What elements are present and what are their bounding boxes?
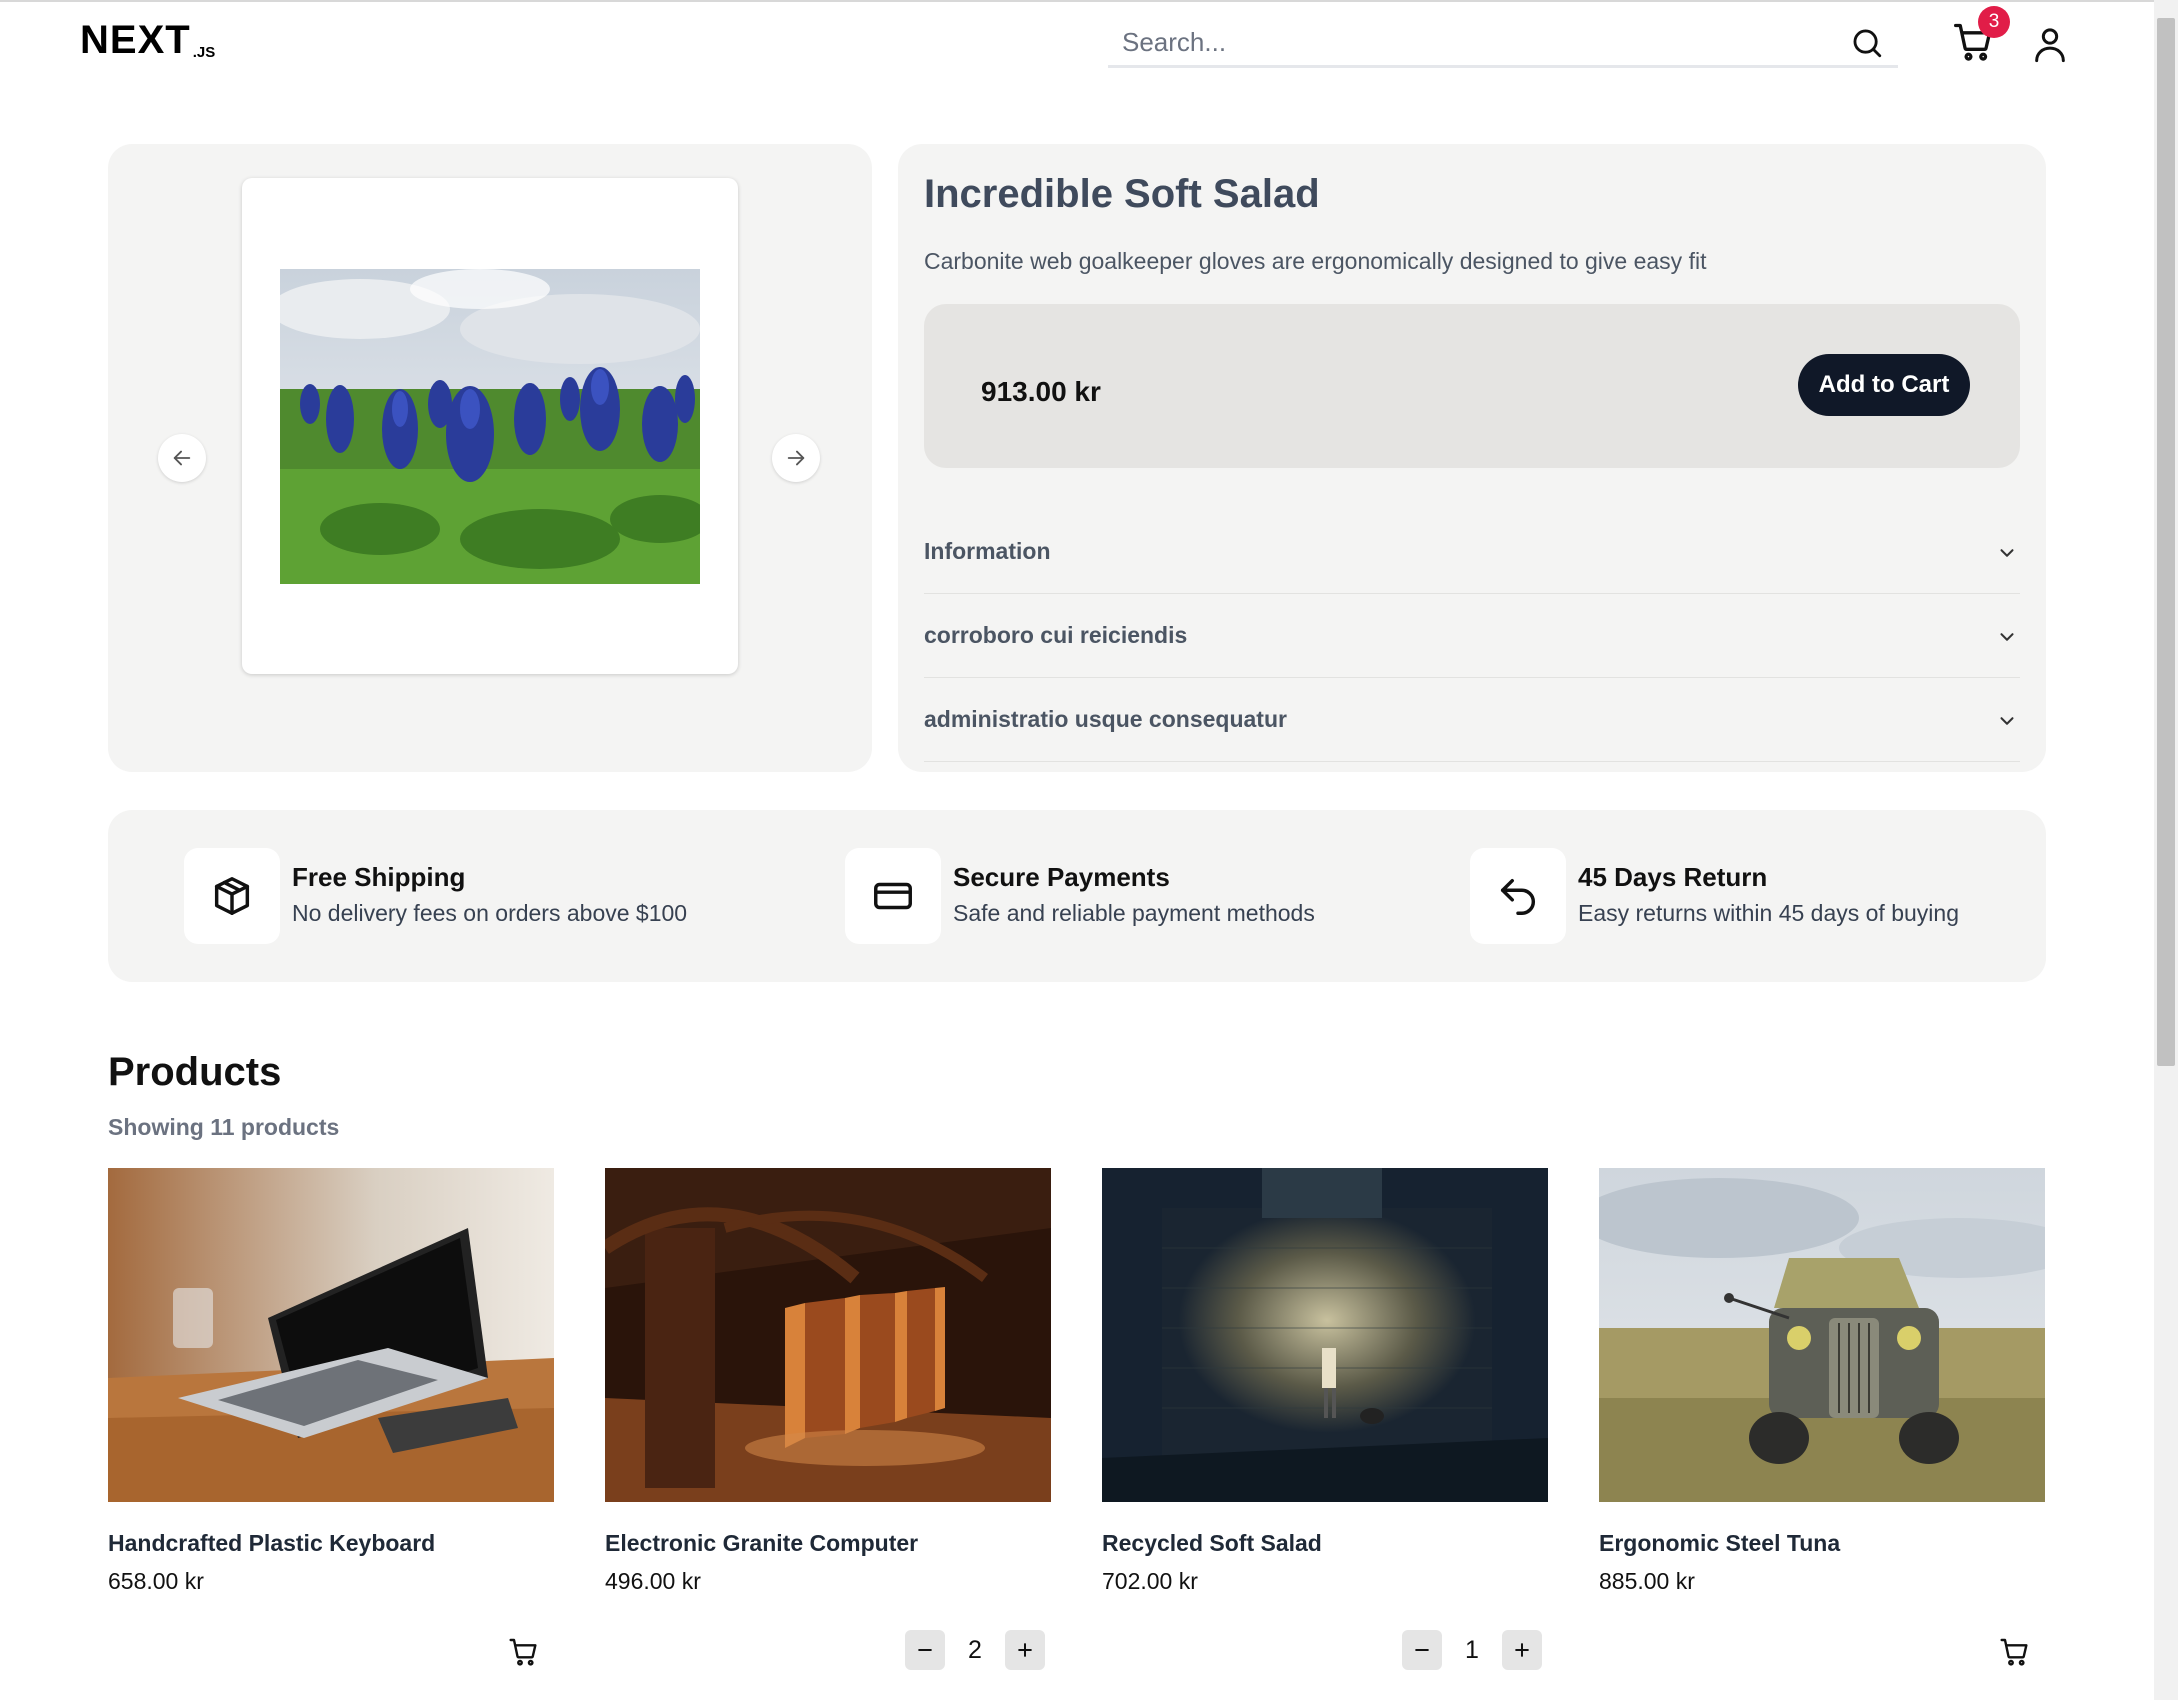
plus-icon — [1018, 1643, 1032, 1657]
quantity-value: 2 — [968, 1636, 982, 1664]
user-icon[interactable] — [2030, 22, 2070, 66]
price-box: 913.00 kr Add to Cart — [924, 304, 2020, 468]
product-card[interactable]: Handcrafted Plastic Keyboard 658.00 kr — [108, 1168, 554, 1700]
increase-quantity-button[interactable] — [1005, 1630, 1045, 1670]
logo-suffix: .JS — [192, 44, 216, 61]
feature-title: Free Shipping — [292, 862, 466, 892]
product-gallery — [108, 144, 872, 772]
accordion-label: corroboro cui reiciendis — [924, 622, 1188, 648]
feature-title: Secure Payments — [953, 862, 1170, 892]
product-price: 885.00 kr — [1599, 1568, 1695, 1594]
product-price: 913.00 kr — [981, 376, 1101, 407]
product-image-old-truck[interactable] — [1599, 1168, 2045, 1502]
minus-icon — [918, 1649, 932, 1651]
product-image-wall-walker[interactable] — [1102, 1168, 1548, 1502]
quantity-value: 1 — [1465, 1636, 1479, 1664]
return-arrow-icon — [1500, 878, 1535, 915]
product-card[interactable]: Recycled Soft Salad 702.00 kr 1 — [1102, 1168, 1548, 1700]
add-to-cart-icon[interactable] — [1999, 1636, 2031, 1668]
product-details: Incredible Soft Salad Carbonite web goal… — [898, 144, 2046, 772]
accordion-information[interactable]: Information — [924, 510, 2020, 594]
scrollbar-thumb[interactable] — [2157, 18, 2175, 1066]
products-count: Showing 11 products — [108, 1114, 340, 1140]
product-price: 496.00 kr — [605, 1568, 701, 1594]
feature-description: Easy returns within 45 days of buying — [1578, 900, 1959, 926]
search-bar — [1108, 18, 1898, 68]
image-frame — [242, 178, 738, 674]
plus-icon — [1515, 1643, 1529, 1657]
product-image-cloister[interactable] — [605, 1168, 1051, 1502]
product-description: Carbonite web goalkeeper gloves are ergo… — [924, 248, 1707, 274]
features-banner: Free Shipping No delivery fees on orders… — [108, 810, 2046, 982]
arrow-left-icon — [173, 450, 191, 466]
feature-icon-box — [1470, 848, 1566, 944]
credit-card-icon — [874, 882, 912, 910]
decrease-quantity-button[interactable] — [905, 1630, 945, 1670]
next-image-button[interactable] — [772, 434, 820, 482]
products-heading: Products — [108, 1050, 282, 1094]
product-image-bluebonnets[interactable] — [280, 269, 700, 584]
product-price: 702.00 kr — [1102, 1568, 1198, 1594]
product-title: Incredible Soft Salad — [924, 172, 1320, 216]
add-to-cart-button[interactable]: Add to Cart — [1798, 354, 1970, 416]
product-card[interactable]: Ergonomic Steel Tuna 885.00 kr — [1599, 1168, 2045, 1700]
product-name[interactable]: Ergonomic Steel Tuna — [1599, 1530, 1840, 1557]
quantity-stepper: 1 — [1402, 1630, 1542, 1670]
feature-title: 45 Days Return — [1578, 862, 1768, 892]
chevron-down-icon — [2000, 633, 2014, 641]
accordion-corroboro[interactable]: corroboro cui reiciendis — [924, 594, 2020, 678]
site-header: NEXT .JS 3 — [0, 2, 2154, 82]
product-name[interactable]: Recycled Soft Salad — [1102, 1530, 1322, 1557]
product-price: 658.00 kr — [108, 1568, 204, 1594]
page-scrollbar[interactable] — [2154, 0, 2178, 1700]
accordion-label: administratio usque consequatur — [924, 706, 1287, 732]
feature-description: No delivery fees on orders above $100 — [292, 900, 688, 926]
accordion-label: Information — [924, 538, 1051, 564]
chevron-down-icon — [2000, 549, 2014, 557]
logo-text: NEXT — [80, 18, 191, 62]
feature-icon-box — [845, 848, 941, 944]
product-name[interactable]: Electronic Granite Computer — [605, 1530, 918, 1557]
feature-description: Safe and reliable payment methods — [953, 900, 1315, 926]
increase-quantity-button[interactable] — [1502, 1630, 1542, 1670]
minus-icon — [1415, 1649, 1429, 1651]
cart-count-badge: 3 — [1978, 6, 2010, 38]
product-name[interactable]: Handcrafted Plastic Keyboard — [108, 1530, 435, 1557]
accordion-administratio[interactable]: administratio usque consequatur — [924, 678, 2020, 762]
previous-image-button[interactable] — [158, 434, 206, 482]
product-card[interactable]: Electronic Granite Computer 496.00 kr 2 — [605, 1168, 1051, 1700]
nextjs-logo[interactable]: NEXT .JS — [80, 20, 215, 60]
add-to-cart-icon[interactable] — [508, 1636, 540, 1668]
search-input[interactable] — [1122, 24, 1822, 60]
arrow-right-icon — [787, 450, 805, 466]
box-icon — [214, 877, 250, 915]
quantity-stepper: 2 — [905, 1630, 1045, 1670]
feature-icon-box — [184, 848, 280, 944]
product-image-laptop[interactable] — [108, 1168, 554, 1502]
decrease-quantity-button[interactable] — [1402, 1630, 1442, 1670]
search-icon[interactable] — [1850, 26, 1884, 60]
chevron-down-icon — [2000, 717, 2014, 725]
